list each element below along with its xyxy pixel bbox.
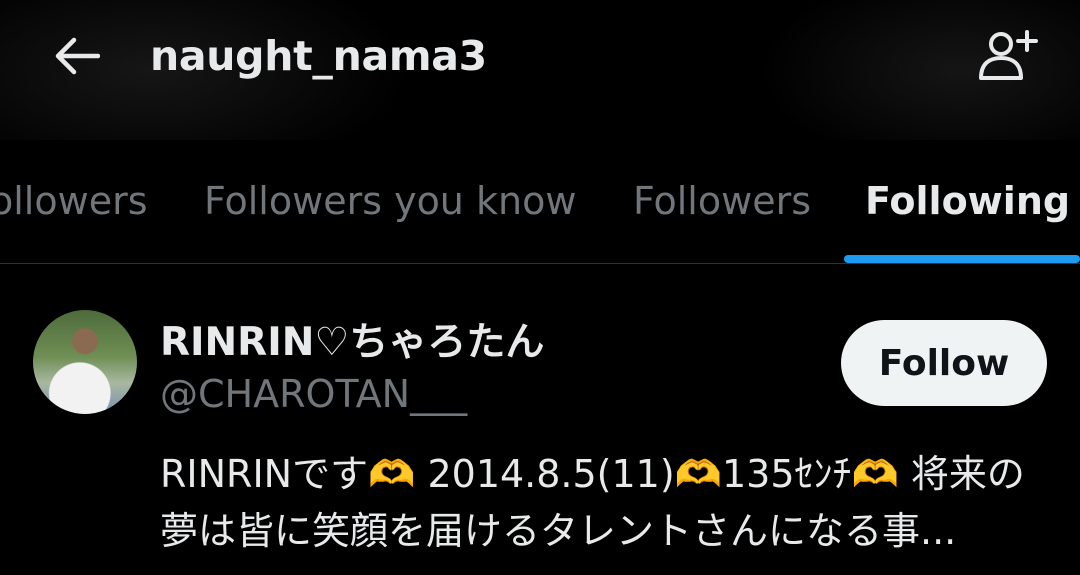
tab-following[interactable]: Following <box>865 176 1070 226</box>
user-bio: RINRINです🫶 2014.8.5(11)🫶135ｾﾝﾁ🫶 将来の 夢は皆に笑… <box>160 446 1040 560</box>
tab-followers-you-know[interactable]: Followers you know <box>204 176 576 226</box>
bio-line-1: RINRINです🫶 2014.8.5(11)🫶135ｾﾝﾁ🫶 将来の <box>160 452 1025 496</box>
page-title: naught_nama3 <box>150 32 487 80</box>
add-user-icon <box>979 30 1038 80</box>
add-user-button[interactable] <box>972 26 1042 86</box>
top-bar: naught_nama3 <box>0 0 1080 140</box>
follow-button[interactable]: Follow <box>841 320 1047 406</box>
tab-bar: ollowers Followers you know Followers Fo… <box>0 162 1080 263</box>
avatar[interactable] <box>33 310 137 414</box>
bio-line-2: 夢は皆に笑顔を届けるタレントさんになる事... <box>160 509 957 553</box>
tab-followers[interactable]: Followers <box>633 176 811 226</box>
user-handle: @CHAROTAN___ <box>160 372 468 416</box>
tab-divider <box>0 263 1080 264</box>
tab-followers-partial[interactable]: ollowers <box>0 176 148 226</box>
user-display-name: RINRIN♡ちゃろたん <box>160 320 545 365</box>
active-tab-indicator <box>844 255 1080 263</box>
arrow-left-icon <box>55 37 100 75</box>
user-cell[interactable]: RINRIN♡ちゃろたん @CHAROTAN___ Follow RINRINで… <box>0 300 1080 575</box>
back-button[interactable] <box>46 28 106 84</box>
